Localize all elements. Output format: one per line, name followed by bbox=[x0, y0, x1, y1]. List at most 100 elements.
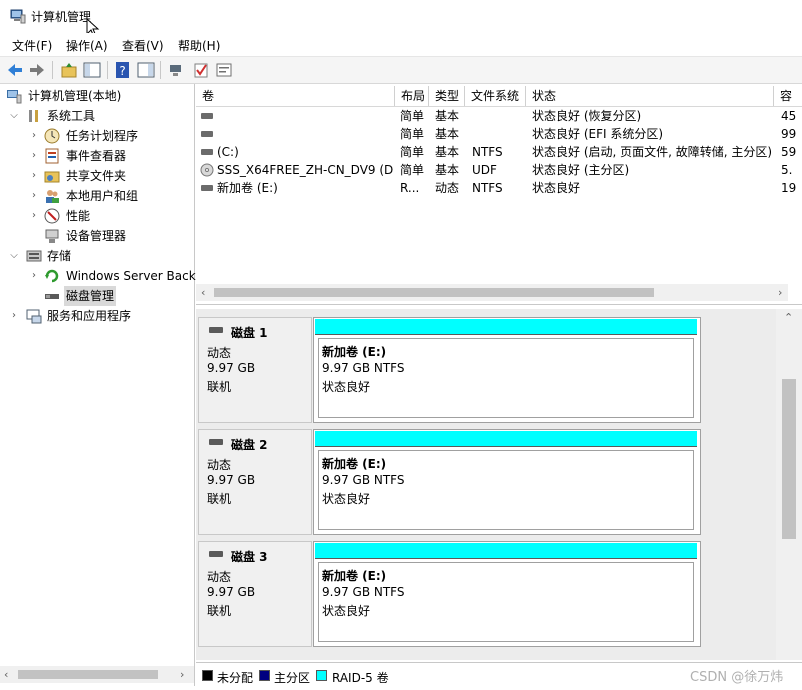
services-icon bbox=[26, 309, 42, 324]
backup-icon bbox=[45, 269, 59, 283]
menu-view[interactable]: 查看(V) bbox=[122, 37, 164, 54]
volume-type: 基本 bbox=[435, 127, 460, 141]
partition-box[interactable]: 新加卷 (E:) 9.97 GB NTFS 状态良好 bbox=[318, 450, 694, 530]
tree-system-tools-label: 系统工具 bbox=[47, 109, 96, 123]
up-folder-icon[interactable] bbox=[60, 61, 78, 79]
column-header-status[interactable]: 状态 bbox=[526, 86, 774, 106]
volume-filesystem: NTFS bbox=[472, 145, 503, 159]
tree-disk-management-label: 磁盘管理 bbox=[64, 286, 117, 306]
disk-block[interactable]: 磁盘 1 动态 9.97 GB 联机 新加卷 (E:) 9.97 GB NTFS… bbox=[196, 315, 776, 425]
scroll-right-icon[interactable]: › bbox=[180, 668, 184, 681]
volume-capacity: 59 bbox=[781, 145, 797, 159]
volume-filesystem: NTFS bbox=[472, 181, 503, 195]
drive-icon bbox=[201, 149, 213, 155]
legend-swatch-primary bbox=[259, 670, 270, 681]
volume-row[interactable]: (C:) 简单 基本 NTFS 状态良好 (启动, 页面文件, 故障转储, 主分… bbox=[196, 143, 802, 161]
expand-arrow-icon[interactable]: › bbox=[28, 186, 40, 206]
users-icon bbox=[46, 190, 59, 203]
disk-name: 磁盘 1 bbox=[231, 326, 268, 340]
tree-horizontal-scrollbar[interactable]: ‹ › bbox=[0, 666, 194, 683]
tree-performance-label: 性能 bbox=[66, 209, 91, 223]
tree-event-viewer-label: 事件查看器 bbox=[66, 149, 127, 163]
scroll-up-icon[interactable]: ⌃ bbox=[784, 311, 793, 324]
forward-arrow-icon[interactable] bbox=[28, 61, 46, 79]
partition[interactable]: 新加卷 (E:) 9.97 GB NTFS 状态良好 bbox=[313, 429, 701, 535]
disk-block[interactable]: 磁盘 3 动态 9.97 GB 联机 新加卷 (E:) 9.97 GB NTFS… bbox=[196, 539, 776, 649]
volume-status: 状态良好 bbox=[532, 181, 581, 195]
volume-status: 状态良好 (启动, 页面文件, 故障转储, 主分区) bbox=[532, 145, 772, 159]
optical-disc-icon bbox=[200, 163, 214, 177]
show-hide-action-pane-icon[interactable] bbox=[137, 61, 155, 79]
scroll-left-icon[interactable]: ‹ bbox=[201, 286, 205, 299]
partition-name: 新加卷 (E:) bbox=[322, 569, 387, 583]
partition[interactable]: 新加卷 (E:) 9.97 GB NTFS 状态良好 bbox=[313, 317, 701, 423]
disk-block[interactable]: 磁盘 2 动态 9.97 GB 联机 新加卷 (E:) 9.97 GB NTFS… bbox=[196, 427, 776, 537]
volume-row[interactable]: 新加卷 (E:) R... 动态 NTFS 状态良好 19 bbox=[196, 179, 802, 197]
partition-box[interactable]: 新加卷 (E:) 9.97 GB NTFS 状态良好 bbox=[318, 338, 694, 418]
collapse-arrow-icon[interactable]: ⌵ bbox=[8, 246, 20, 266]
column-header-filesystem[interactable]: 文件系统 bbox=[465, 86, 526, 106]
volume-horizontal-scrollbar[interactable]: ‹ › bbox=[196, 284, 788, 301]
check-icon[interactable] bbox=[192, 61, 210, 79]
menu-help[interactable]: 帮助(H) bbox=[178, 37, 220, 54]
tree-task-scheduler-label: 任务计划程序 bbox=[66, 129, 139, 143]
volume-capacity: 5. bbox=[781, 163, 793, 177]
column-header-type[interactable]: 类型 bbox=[429, 86, 465, 106]
partition-size: 9.97 GB NTFS bbox=[322, 473, 405, 487]
disk-info[interactable]: 磁盘 2 动态 9.97 GB 联机 bbox=[198, 429, 312, 535]
volume-layout: 简单 bbox=[400, 109, 425, 123]
disk-name: 磁盘 2 bbox=[231, 438, 268, 452]
expand-arrow-icon[interactable]: › bbox=[28, 126, 40, 146]
partition-box[interactable]: 新加卷 (E:) 9.97 GB NTFS 状态良好 bbox=[318, 562, 694, 642]
menu-file[interactable]: 文件(F) bbox=[12, 37, 52, 54]
expand-arrow-icon[interactable]: › bbox=[8, 306, 20, 326]
scroll-right-icon[interactable]: › bbox=[778, 286, 782, 299]
volume-capacity: 45 bbox=[781, 109, 797, 123]
column-header-capacity[interactable]: 容 bbox=[774, 86, 802, 106]
scrollbar-thumb[interactable] bbox=[782, 379, 796, 539]
performance-icon bbox=[44, 208, 60, 224]
back-arrow-icon[interactable] bbox=[6, 61, 24, 79]
raid5-color-bar bbox=[315, 431, 697, 447]
connect-icon[interactable] bbox=[168, 61, 186, 79]
scroll-left-icon[interactable]: ‹ bbox=[4, 668, 8, 681]
legend-raid5: RAID-5 卷 bbox=[332, 671, 389, 685]
partition-name: 新加卷 (E:) bbox=[322, 457, 387, 471]
event-viewer-icon bbox=[45, 148, 59, 164]
scrollbar-thumb[interactable] bbox=[18, 670, 158, 679]
column-header-volume[interactable]: 卷 bbox=[196, 86, 395, 106]
expand-arrow-icon[interactable]: › bbox=[28, 266, 40, 286]
partition-status: 状态良好 bbox=[322, 492, 371, 506]
expand-arrow-icon[interactable]: › bbox=[28, 206, 40, 226]
menu-action[interactable]: 操作(A) bbox=[66, 37, 108, 54]
column-header-layout[interactable]: 布局 bbox=[395, 86, 429, 106]
properties-icon[interactable] bbox=[215, 61, 233, 79]
disk-management-icon bbox=[45, 294, 59, 299]
volume-name: (C:) bbox=[217, 145, 239, 159]
collapse-arrow-icon[interactable]: ⌵ bbox=[8, 106, 20, 126]
volume-row[interactable]: SSS_X64FREE_ZH-CN_DV9 (D:) 简单 基本 UDF 状态良… bbox=[196, 161, 802, 179]
disk-info[interactable]: 磁盘 1 动态 9.97 GB 联机 bbox=[198, 317, 312, 423]
volume-type: 基本 bbox=[435, 145, 460, 159]
tree-windows-backup-label: Windows Server Back bbox=[66, 269, 196, 283]
disk-kind: 动态 bbox=[207, 570, 232, 584]
scrollbar-thumb[interactable] bbox=[214, 288, 654, 297]
expand-arrow-icon[interactable]: › bbox=[28, 146, 40, 166]
volume-status: 状态良好 (主分区) bbox=[532, 163, 630, 177]
disk-vertical-scrollbar[interactable]: ⌃ bbox=[776, 309, 802, 660]
drive-icon bbox=[201, 113, 213, 119]
disk-info[interactable]: 磁盘 3 动态 9.97 GB 联机 bbox=[198, 541, 312, 647]
disk-graphical-view: 磁盘 1 动态 9.97 GB 联机 新加卷 (E:) 9.97 GB NTFS… bbox=[196, 309, 802, 660]
svg-text:?: ? bbox=[119, 64, 125, 78]
console-tree: 计算机管理(本地) ⌵ 系统工具 › 任务计划程序 › 事件查看器 › 共享文件… bbox=[0, 84, 196, 686]
tree-services-apps-label: 服务和应用程序 bbox=[47, 309, 132, 323]
show-hide-console-tree-icon[interactable] bbox=[83, 61, 101, 79]
drive-icon bbox=[201, 131, 213, 137]
volume-row[interactable]: 简单 基本 状态良好 (EFI 系统分区) 99 bbox=[196, 125, 802, 143]
tree-local-users-label: 本地用户和组 bbox=[66, 189, 139, 203]
volume-row[interactable]: 简单 基本 状态良好 (恢复分区) 45 bbox=[196, 107, 802, 125]
partition[interactable]: 新加卷 (E:) 9.97 GB NTFS 状态良好 bbox=[313, 541, 701, 647]
help-icon[interactable]: ? bbox=[114, 61, 132, 79]
expand-arrow-icon[interactable]: › bbox=[28, 166, 40, 186]
disk-kind: 动态 bbox=[207, 346, 232, 360]
